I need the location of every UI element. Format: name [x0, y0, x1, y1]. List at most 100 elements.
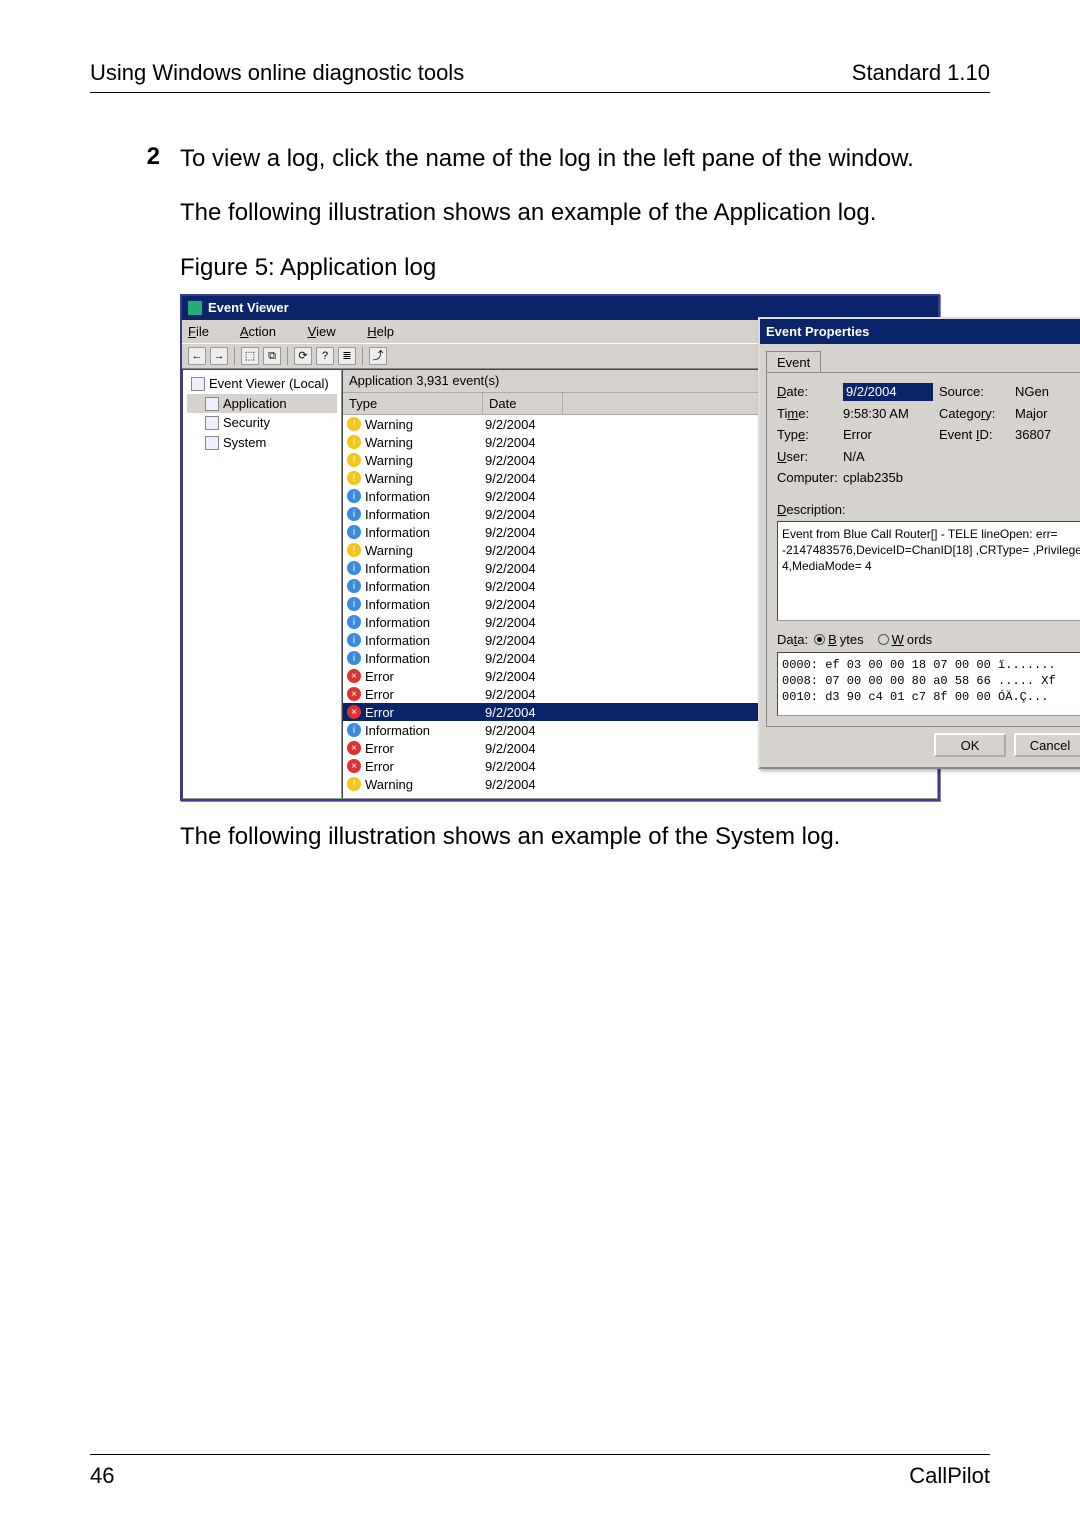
event-viewer-illustration: Event Viewer File Action View Help ← → ⬚…	[180, 294, 940, 801]
toolbar-forward-icon[interactable]: →	[210, 347, 228, 365]
error-icon: ×	[347, 669, 361, 683]
radio-words[interactable]: Words	[878, 631, 933, 649]
toolbar-list-icon[interactable]: ≣	[338, 347, 356, 365]
type-label: Type:	[777, 426, 837, 444]
col-date[interactable]: Date	[483, 393, 563, 415]
error-icon: ×	[347, 687, 361, 701]
intro-system-log: The following illustration shows an exam…	[180, 821, 990, 853]
hex-box[interactable]: 0000: ef 03 00 00 18 07 00 00 ï.......00…	[777, 652, 1080, 716]
event-viewer-title: Event Viewer	[208, 299, 289, 317]
tree-item-label: Application	[223, 395, 287, 413]
row-type: Warning	[365, 542, 485, 560]
toolbar-props-icon[interactable]: ⧉	[263, 347, 281, 365]
info-icon: i	[347, 723, 361, 737]
row-type: Warning	[365, 470, 485, 488]
row-date: 9/2/2004	[485, 470, 565, 488]
type-value: Error	[843, 426, 933, 444]
row-date: 9/2/2004	[485, 596, 565, 614]
warning-icon: !	[347, 453, 361, 467]
tree-item[interactable]: Event Viewer (Local)	[187, 374, 337, 394]
info-icon: i	[347, 561, 361, 575]
radio-bytes[interactable]: Bytes	[814, 631, 864, 649]
row-type: Information	[365, 596, 485, 614]
row-type: Information	[365, 614, 485, 632]
row-date: 9/2/2004	[485, 740, 565, 758]
step-text: To view a log, click the name of the log…	[180, 143, 990, 175]
info-icon: i	[347, 525, 361, 539]
warning-icon: !	[347, 435, 361, 449]
event-viewer-titlebar: Event Viewer	[182, 296, 938, 320]
row-date: 9/2/2004	[485, 452, 565, 470]
toolbar-back-icon[interactable]: ←	[188, 347, 206, 365]
event-properties-dialog: Event Properties ? × Event ↑ ↓ 📋	[758, 317, 1080, 769]
row-type: Error	[365, 668, 485, 686]
row-type: Information	[365, 524, 485, 542]
header-right: Standard 1.10	[852, 60, 990, 86]
row-type: Warning	[365, 452, 485, 470]
row-date: 9/2/2004	[485, 416, 565, 434]
toolbar-refresh-icon[interactable]: ⟳	[294, 347, 312, 365]
row-date: 9/2/2004	[485, 578, 565, 596]
row-date: 9/2/2004	[485, 668, 565, 686]
tab-event[interactable]: Event	[766, 351, 821, 374]
log-icon	[205, 436, 219, 450]
error-icon: ×	[347, 741, 361, 755]
menu-help[interactable]: Help	[367, 324, 408, 339]
footer-page-number: 46	[90, 1463, 114, 1489]
step-number: 2	[90, 143, 180, 876]
footer-product: CallPilot	[909, 1463, 990, 1489]
tree-item[interactable]: Application	[187, 394, 337, 414]
log-icon	[191, 377, 205, 391]
row-date: 9/2/2004	[485, 686, 565, 704]
tree-item[interactable]: System	[187, 433, 337, 453]
row-date: 9/2/2004	[485, 434, 565, 452]
col-type[interactable]: Type	[343, 393, 483, 415]
ok-button[interactable]: OK	[934, 733, 1006, 757]
warning-icon: !	[347, 543, 361, 557]
log-icon	[205, 397, 219, 411]
data-label: Data:	[777, 631, 808, 649]
row-date: 9/2/2004	[485, 758, 565, 776]
row-type: Error	[365, 686, 485, 704]
toolbar-export-icon[interactable]: ⤴	[369, 347, 387, 365]
tree-item[interactable]: Security	[187, 413, 337, 433]
row-date: 9/2/2004	[485, 524, 565, 542]
info-icon: i	[347, 615, 361, 629]
event-properties-title: Event Properties	[766, 323, 869, 341]
tree-item-label: Security	[223, 414, 270, 432]
row-date: 9/2/2004	[485, 632, 565, 650]
source-label: Source:	[939, 383, 1009, 401]
computer-value: cplab235b	[843, 469, 1080, 487]
menu-action[interactable]: Action	[240, 324, 290, 339]
row-type: Warning	[365, 776, 485, 794]
toolbar-help-icon[interactable]: ?	[316, 347, 334, 365]
row-date: 9/2/2004	[485, 650, 565, 668]
row-type: Information	[365, 650, 485, 668]
row-type: Warning	[365, 434, 485, 452]
row-type: Error	[365, 704, 485, 722]
error-icon: ×	[347, 705, 361, 719]
menu-view[interactable]: View	[308, 324, 350, 339]
row-type: Information	[365, 506, 485, 524]
date-value: 9/2/2004	[843, 383, 933, 401]
error-icon: ×	[347, 759, 361, 773]
app-icon	[188, 301, 202, 315]
toolbar-up-icon[interactable]: ⬚	[241, 347, 259, 365]
description-box[interactable]: Event from Blue Call Router[] - TELE lin…	[777, 521, 1080, 621]
row-type: Error	[365, 740, 485, 758]
log-icon	[205, 416, 219, 430]
user-value: N/A	[843, 448, 1080, 466]
row-type: Warning	[365, 416, 485, 434]
row-date: 9/2/2004	[485, 776, 565, 794]
menu-file[interactable]: File	[188, 324, 223, 339]
user-label: User:	[777, 448, 837, 466]
event-row[interactable]: !Warning9/2/2004	[343, 775, 937, 793]
info-icon: i	[347, 507, 361, 521]
warning-icon: !	[347, 417, 361, 431]
row-date: 9/2/2004	[485, 542, 565, 560]
cancel-button[interactable]: Cancel	[1014, 733, 1080, 757]
event-fields: Date: 9/2/2004 Source: NGen Time: 9:58:3…	[777, 383, 1080, 487]
info-icon: i	[347, 597, 361, 611]
row-date: 9/2/2004	[485, 704, 565, 722]
source-value: NGen	[1015, 383, 1080, 401]
